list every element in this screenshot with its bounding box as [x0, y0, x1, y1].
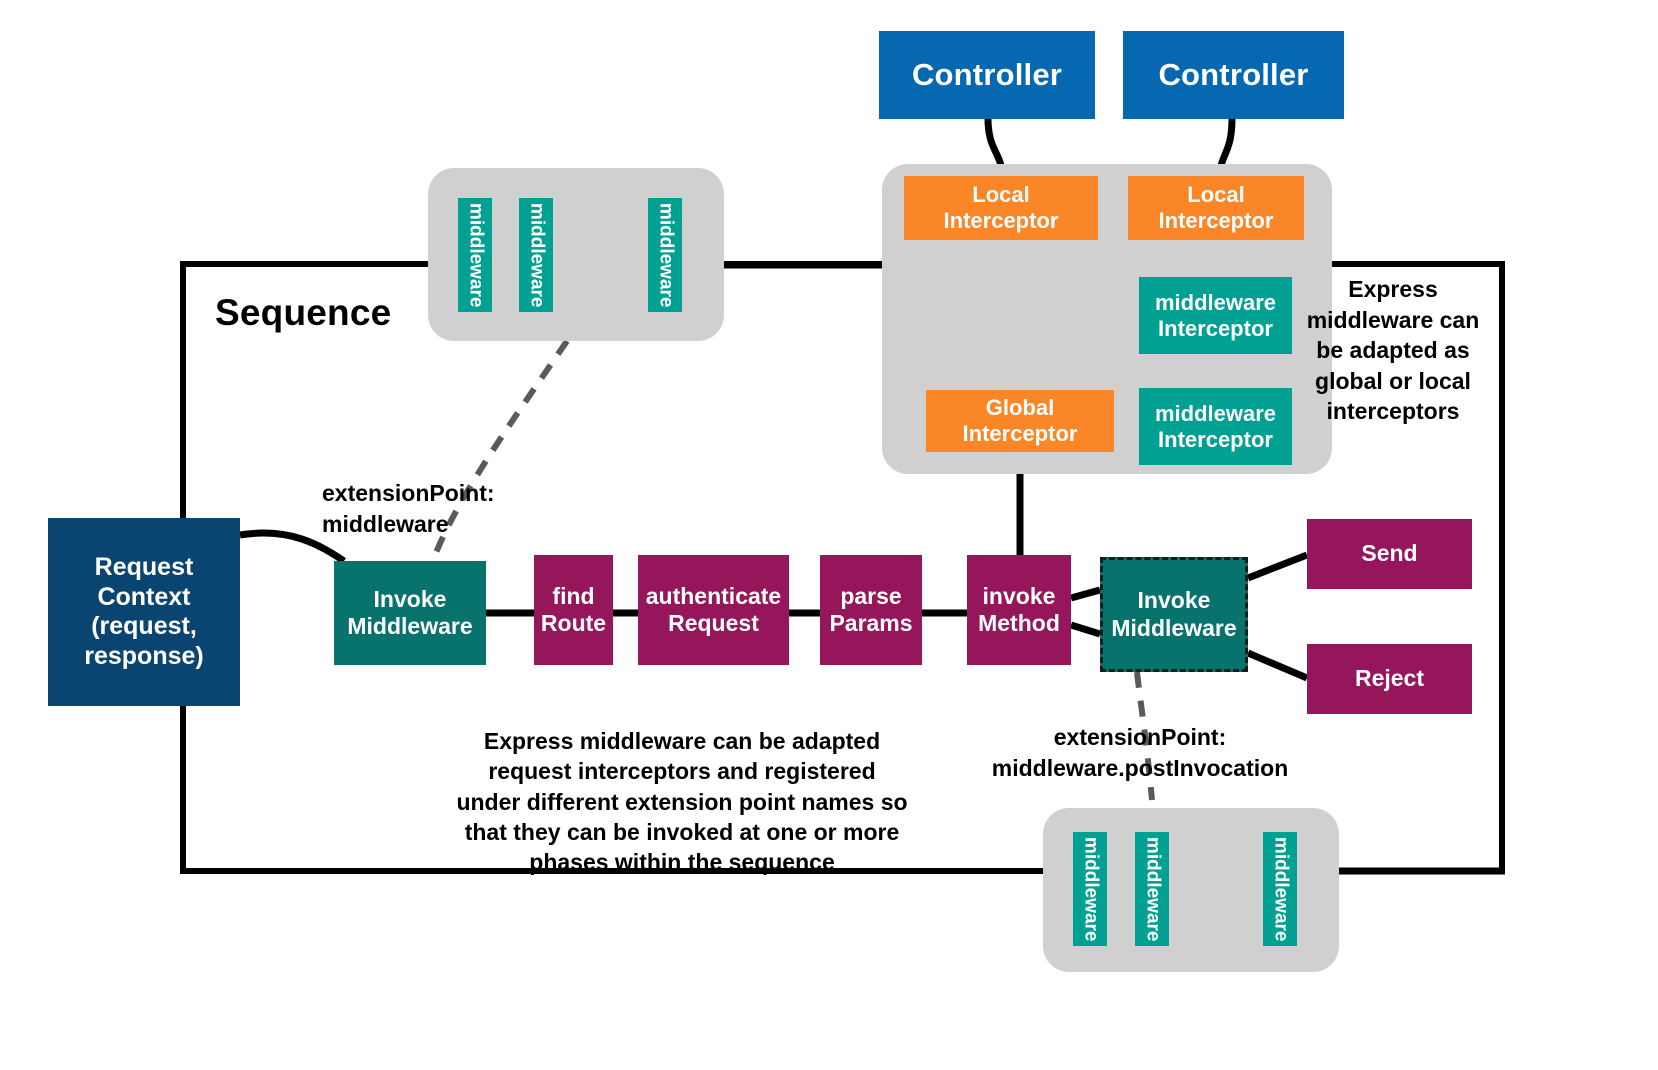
middleware-chip: middleware — [458, 198, 492, 312]
middleware-chip-label: middleware — [655, 202, 677, 308]
extension-point-top-label: extensionPoint: middleware — [322, 480, 495, 537]
global-interceptor: Global Interceptor — [926, 390, 1114, 452]
outcome-reject: Reject — [1307, 644, 1472, 714]
step-invoke-method: invoke Method — [967, 555, 1071, 665]
controller-2: Controller — [1123, 31, 1344, 119]
note-right: Express middleware can be adapted as glo… — [1306, 276, 1480, 425]
step-invoke-middleware: Invoke Middleware — [334, 561, 486, 665]
diagram-canvas: Sequence middleware middleware middlewar… — [0, 0, 1658, 1070]
extension-point-bottom-label: extensionPoint: middleware.postInvocatio… — [991, 724, 1289, 781]
request-context: Request Context (request, response) — [48, 518, 240, 706]
middleware-chip-label: middleware — [1080, 836, 1102, 942]
middleware-chip: middleware — [648, 198, 682, 312]
sequence-title: Sequence — [215, 292, 392, 333]
middleware-chip: middleware — [519, 198, 553, 312]
middleware-chip: middleware — [1073, 832, 1107, 946]
note-bottom: Express middleware can be adapted reques… — [456, 728, 908, 876]
middleware-chip-label: middleware — [1270, 836, 1292, 942]
local-interceptor-2: Local Interceptor — [1128, 176, 1304, 240]
middleware-chip: middleware — [1135, 832, 1169, 946]
middleware-chip-label: middleware — [465, 202, 487, 308]
middleware-chip: middleware — [1263, 832, 1297, 946]
step-authenticate-request: authenticate Request — [638, 555, 789, 665]
middleware-interceptor-2: middleware Interceptor — [1139, 388, 1292, 465]
step-invoke-middleware-post: Invoke Middleware — [1100, 557, 1248, 672]
outcome-send: Send — [1307, 519, 1472, 589]
step-find-route: find Route — [534, 555, 613, 665]
step-parse-params: parse Params — [820, 555, 922, 665]
middleware-interceptor-1: middleware Interceptor — [1139, 277, 1292, 354]
controller-1: Controller — [879, 31, 1095, 119]
middleware-chip-label: middleware — [1142, 836, 1164, 942]
middleware-chip-label: middleware — [526, 202, 548, 308]
local-interceptor-1: Local Interceptor — [904, 176, 1098, 240]
